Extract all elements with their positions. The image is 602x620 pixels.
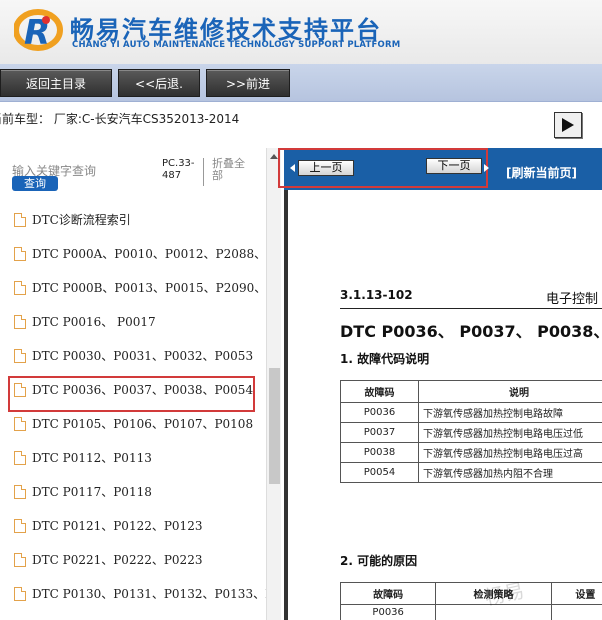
tree-item[interactable]: DTC P0112、P0113 — [12, 448, 272, 468]
scroll-up-icon[interactable] — [270, 154, 278, 159]
collapse-all-button[interactable]: 折叠全部 — [212, 158, 252, 182]
search-button[interactable]: 查询 — [12, 176, 58, 191]
document-icon — [14, 587, 26, 601]
document-icon — [14, 281, 26, 295]
document-icon — [14, 315, 26, 329]
selection-highlight — [8, 376, 255, 412]
table-header: 故障码 — [339, 582, 437, 605]
left-scrollbar[interactable] — [266, 148, 281, 620]
table-header: 故障码 — [340, 380, 419, 403]
table-header: 设置 — [550, 582, 602, 605]
fault-code-table: 故障码 说明 P0036 下游氧传感器加热控制电路故障 P0037 下游氧传感器… — [340, 380, 602, 483]
tree-item[interactable]: DTC P000B、P0013、P0015、P2090、P2091 — [12, 278, 272, 298]
tree-item[interactable]: DTC P0121、P0122、P0123 — [12, 516, 272, 536]
table-row: P0037 下游氧传感器加热控制电路电压过低 — [340, 422, 602, 443]
tree-item[interactable]: DTC P0016、 P0017 — [12, 312, 272, 332]
tree-item[interactable]: DTC P0105、P0106、P0107、P0108 — [12, 414, 272, 434]
brand-logo-icon: R — [14, 9, 63, 53]
tree-item[interactable]: DTC诊断流程索引 — [12, 210, 272, 230]
next-arrow-icon[interactable] — [484, 164, 489, 172]
pc-label: PC.33-487 — [162, 158, 204, 186]
prev-page-button[interactable]: 上一页 — [298, 160, 354, 176]
back-button[interactable]: <<后退. — [118, 69, 200, 97]
home-button[interactable]: 返回主目录 — [0, 69, 112, 97]
document-icon — [14, 485, 26, 499]
refresh-page-link[interactable]: [刷新当前页] — [506, 164, 577, 181]
tree-item[interactable]: DTC P0117、P0118 — [12, 482, 272, 502]
prev-arrow-icon[interactable] — [290, 164, 295, 172]
tree-item[interactable]: DTC P0030、P0031、P0032、P0053 — [12, 346, 272, 366]
section-category: 电子控制 — [546, 292, 599, 307]
section-divider — [340, 308, 602, 309]
document-icon — [14, 417, 26, 431]
possible-causes-heading: 2. 可能的原因 — [340, 554, 418, 568]
document-icon — [14, 451, 26, 465]
tree-item[interactable]: DTC P0130、P0131、P0132、P0133、P0134 — [12, 584, 272, 604]
app-subtitle: CHANG YI AUTO MAINTENANCE TECHNOLOGY SUP… — [72, 40, 401, 50]
forward-button[interactable]: >>前进 — [206, 69, 290, 97]
expand-panel-button[interactable] — [554, 112, 582, 138]
document-page: 3.1.13-102 电子控制 DTC P0036、 P0037、 P0038、… — [288, 190, 602, 620]
app-header: R 畅易汽车维修技术支持平台 CHANG YI AUTO MAINTENANCE… — [0, 0, 602, 64]
document-icon — [14, 519, 26, 533]
table-row: P0054 下游氧传感器加热内阻不合理 — [340, 462, 602, 483]
vehicle-bar: 当前车型： 厂家:C-长安汽车CS352013-2014 — [0, 102, 602, 148]
causes-table: 故障码 检测策略 设置 P0036 — [339, 582, 602, 620]
table-header: 说明 — [418, 380, 602, 403]
table-row: P0038 下游氧传感器加热控制电路电压过高 — [340, 442, 602, 463]
document-icon — [14, 553, 26, 567]
tree-item[interactable]: DTC P000A、P0010、P0012、P2088、P2089 — [12, 244, 272, 264]
section-number: 3.1.13-102 — [340, 288, 413, 302]
document-icon — [14, 213, 26, 227]
viewer-toolbar: 上一页 下一页 [刷新当前页] — [278, 148, 602, 190]
table-row: P0036 下游氧传感器加热控制电路故障 — [340, 402, 602, 423]
scrollbar-thumb[interactable] — [269, 368, 280, 484]
dtc-heading: DTC P0036、 P0037、 P0038、 P — [340, 322, 602, 341]
next-page-button[interactable]: 下一页 — [426, 158, 482, 174]
tree-item[interactable]: DTC P0221、P0222、P0223 — [12, 550, 272, 570]
fault-code-heading: 1. 故障代码说明 — [340, 352, 430, 366]
document-icon — [14, 349, 26, 363]
document-viewer: 上一页 下一页 [刷新当前页] 3.1.13-102 电子控制 DTC P003… — [278, 148, 602, 620]
document-icon — [14, 247, 26, 261]
left-panel: 输入关键字查询 查询 PC.33-487 折叠全部 DTC诊断流程索引 DTC … — [0, 148, 281, 620]
nav-bar: 返回主目录 <<后退. >>前进 — [0, 64, 602, 102]
current-vehicle: 当前车型： 厂家:C-长安汽车CS352013-2014 — [0, 112, 240, 126]
table-row: P0036 — [339, 604, 602, 620]
